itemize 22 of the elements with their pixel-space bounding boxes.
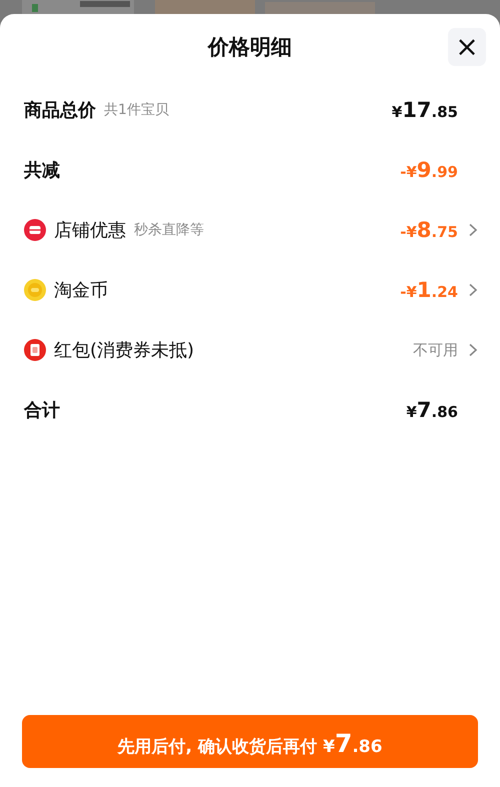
row-label: 合计 xyxy=(24,399,60,422)
row-note: 秒杀直降等 xyxy=(134,221,204,239)
close-button[interactable]: × xyxy=(448,28,486,66)
row-label: 共减 xyxy=(24,159,60,182)
chevron-right-icon[interactable] xyxy=(468,343,478,357)
coin-icon xyxy=(24,279,46,301)
price-amount: -¥1.24 xyxy=(400,278,458,302)
chevron-right-icon[interactable] xyxy=(468,223,478,237)
price-amount: -¥9.99 xyxy=(400,158,458,182)
row-label: 商品总价 xyxy=(24,99,96,122)
price-amount: ¥7.86 xyxy=(406,398,458,422)
row-label: 红包(消费券未抵) xyxy=(54,339,194,362)
row-label: 店铺优惠 xyxy=(54,219,126,242)
chevron-right-icon[interactable] xyxy=(468,283,478,297)
status-text: 不可用 xyxy=(413,340,458,360)
envelope-icon xyxy=(24,339,46,361)
price-amount: ¥17.85 xyxy=(392,98,458,122)
sheet-title: 价格明细 xyxy=(208,34,292,61)
shop-badge-icon xyxy=(24,219,46,241)
row-note: 共1件宝贝 xyxy=(104,101,169,119)
price-amount: -¥8.75 xyxy=(400,218,458,242)
row-label: 淘金币 xyxy=(54,279,108,302)
